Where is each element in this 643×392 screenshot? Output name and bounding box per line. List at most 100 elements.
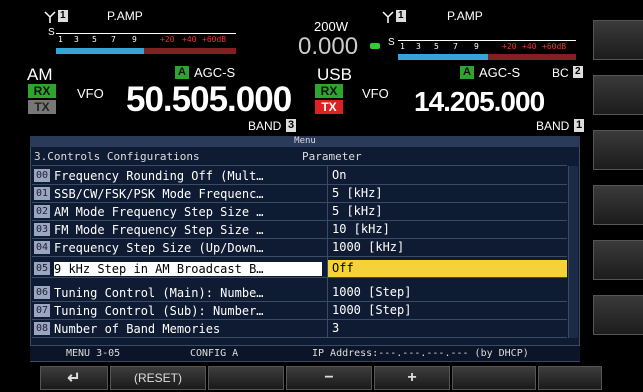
back-button[interactable]: ↵: [40, 366, 108, 390]
menu-row-number: 07: [34, 304, 50, 317]
plus-button[interactable]: +: [374, 366, 450, 390]
side-key-2[interactable]: [593, 75, 643, 115]
return-arrow-icon: ↵: [67, 370, 81, 387]
menu-status-bar: MENU 3-05 CONFIG A IP Address:---.---.--…: [30, 345, 580, 361]
link-icon: [370, 43, 380, 49]
menu-row-title: AM Mode Frequency Step Size …: [54, 205, 264, 219]
menu-title-bar: Menu: [30, 136, 580, 147]
ip-address: IP Address:---.---.---.--- (by DHCP): [312, 348, 529, 359]
side-key-4[interactable]: [593, 185, 643, 225]
menu-row-04[interactable]: 04 Frequency Step Size (Up/Down… 1000 [k…: [32, 239, 567, 257]
menu-row-number: 05: [34, 262, 50, 275]
menu-row-01[interactable]: 01 SSB/CW/FSK/PSK Mode Frequenc… 5 [kHz]: [32, 185, 567, 203]
softkey-blank-3[interactable]: [538, 366, 602, 390]
band-label-sub: BAND: [536, 119, 570, 133]
tx-indicator: TX: [28, 100, 56, 114]
s-meter-label: S: [48, 27, 55, 38]
config-label: CONFIG A: [190, 348, 239, 359]
menu-row-number: 00: [34, 169, 50, 182]
menu-row-07[interactable]: 07 Tuning Control (Sub): Number… 1000 [S…: [32, 302, 567, 320]
softkey-blank-1[interactable]: [208, 366, 284, 390]
agc-badge: A: [175, 66, 189, 79]
tx-frequency-display: 0.000: [298, 33, 359, 60]
menu-section-header: 3.Controls Configurations: [34, 150, 200, 163]
mode-label-sub: USB: [317, 65, 352, 84]
menu-row-title: FM Mode Frequency Step Size …: [54, 223, 264, 237]
reset-label: (RESET): [134, 371, 182, 385]
minus-button[interactable]: −: [286, 366, 372, 390]
menu-row-title: Tuning Control (Sub): Number…: [54, 304, 264, 318]
side-key-3[interactable]: [593, 130, 643, 170]
s-meter-bar-sub: [398, 54, 488, 60]
antenna-icon: [44, 10, 56, 23]
menu-row-value: 1000 [kHz]: [332, 240, 405, 254]
menu-row-number: 01: [34, 187, 50, 200]
menu-row-03[interactable]: 03 FM Mode Frequency Step Size … 10 [kHz…: [32, 221, 567, 239]
menu-scrollbar[interactable]: [568, 166, 578, 338]
s-meter-scale: 1 3 5 7 9 +20 +40 +60dB: [56, 33, 236, 44]
menu-row-value: 5 [kHz]: [332, 204, 383, 218]
menu-row-value: 1000 [Step]: [332, 303, 412, 317]
side-key-6[interactable]: [593, 295, 643, 335]
antenna-number: 1: [58, 10, 68, 22]
rx-indicator-sub: RX: [315, 84, 343, 98]
menu-row-title: Frequency Step Size (Up/Down…: [54, 241, 264, 255]
menu-row-02[interactable]: 02 AM Mode Frequency Step Size … 5 [kHz]: [32, 203, 567, 221]
menu-row-value: Off: [328, 260, 567, 277]
menu-row-value: 10 [kHz]: [332, 222, 390, 236]
side-key-1[interactable]: [593, 20, 643, 60]
menu-row-title: Tuning Control (Main): Numbe…: [54, 286, 264, 300]
side-key-5[interactable]: [593, 240, 643, 280]
band-label: BAND: [248, 119, 282, 133]
reset-button[interactable]: (RESET): [110, 366, 206, 390]
band-number: 3: [286, 119, 297, 132]
sub-frequency: 14.205.000: [414, 86, 545, 117]
menu-row-06[interactable]: 06 Tuning Control (Main): Numbe… 1000 [S…: [32, 284, 567, 302]
menu-divider: [327, 166, 328, 338]
softkey-blank-2[interactable]: [452, 366, 536, 390]
s-meter-scale-sub: 1 3 5 7 9 +20 +40 +60dB: [398, 40, 576, 51]
power-level: 200W: [314, 19, 348, 34]
preamp-label: P.AMP: [107, 9, 143, 23]
menu-row-title: Frequency Rounding Off (Mult…: [54, 169, 264, 183]
menu-row-number: 08: [34, 322, 50, 335]
minus-label: −: [324, 369, 334, 386]
agc-badge-sub: A: [460, 66, 474, 79]
menu-row-number: 06: [34, 286, 50, 299]
menu-header-line: [32, 165, 567, 166]
menu-row-number: 04: [34, 241, 50, 254]
s-meter-bar-over-sub: [488, 54, 576, 60]
agc-label: AGC-S: [194, 65, 236, 80]
rx-indicator: RX: [28, 84, 56, 98]
menu-row-value: 5 [kHz]: [332, 186, 383, 200]
menu-row-05-selected[interactable]: 05 9 kHz Step in AM Broadcast B… Off: [32, 260, 567, 278]
tx-indicator-sub: TX: [315, 100, 343, 114]
menu-number: MENU 3-05: [66, 348, 121, 359]
bc-number: 2: [573, 66, 583, 78]
mode-label: AM: [27, 65, 53, 84]
vfo-label: VFO: [77, 86, 104, 101]
menu-row-08[interactable]: 08 Number of Band Memories 3: [32, 320, 567, 338]
preamp-label-sub: P.AMP: [447, 9, 483, 23]
menu-row-value: On: [332, 168, 347, 182]
menu-row-title: Number of Band Memories: [54, 322, 221, 336]
s-meter-bar: [56, 48, 144, 54]
vfo-label-sub: VFO: [362, 86, 389, 101]
menu-row-title: 9 kHz Step in AM Broadcast B…: [54, 262, 322, 276]
bc-label: BC: [552, 66, 569, 80]
antenna-number-sub: 1: [396, 10, 406, 22]
menu-row-number: 03: [34, 223, 50, 236]
menu-row-value: 3: [332, 321, 340, 335]
menu-row-title: SSB/CW/FSK/PSK Mode Frequenc…: [54, 187, 264, 201]
main-frequency: 50.505.000: [126, 80, 292, 119]
menu-title: Menu: [294, 136, 316, 146]
antenna-icon-sub: [382, 10, 394, 23]
agc-label-sub: AGC-S: [479, 65, 521, 80]
plus-label: +: [407, 369, 417, 386]
menu-row-number: 02: [34, 205, 50, 218]
menu-param-header: Parameter: [302, 150, 362, 163]
menu-row-value: 1000 [Step]: [332, 285, 412, 299]
menu-row-00[interactable]: 00 Frequency Rounding Off (Mult… On: [32, 167, 567, 185]
s-meter-label-sub: S: [388, 37, 395, 48]
band-number-sub: 1: [574, 119, 585, 132]
